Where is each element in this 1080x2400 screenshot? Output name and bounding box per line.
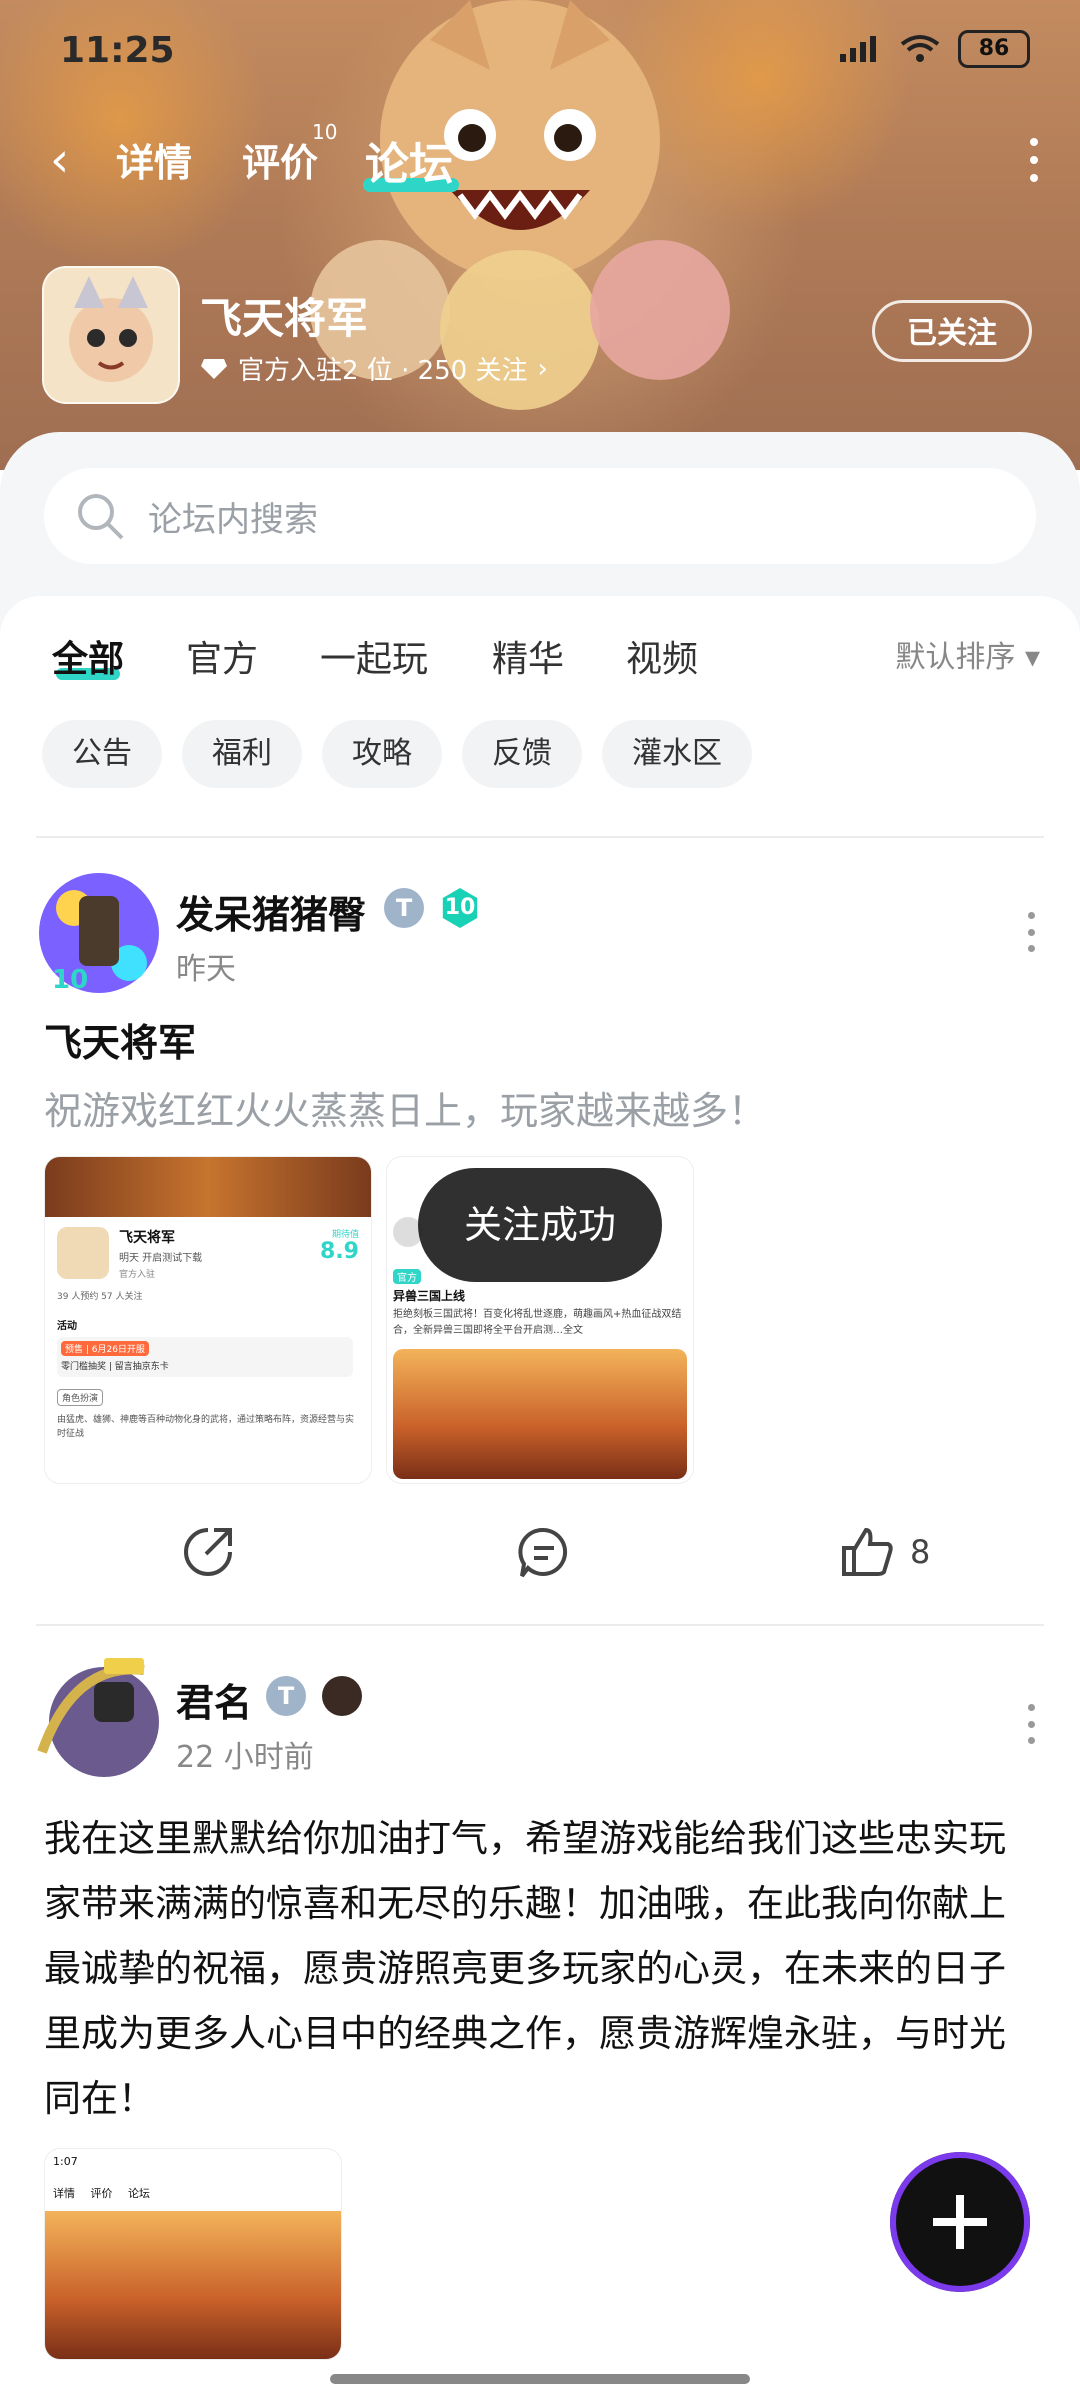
filter-tab-featured[interactable]: 精华 bbox=[492, 630, 564, 682]
thumb-banner bbox=[45, 1157, 371, 1217]
thumb2-image bbox=[393, 1349, 687, 1479]
status-bar: 11:25 86 bbox=[0, 0, 1080, 110]
thumb-activity-card: 预售 | 6月26日开服 零门槛抽奖 | 留言抽京东卡 bbox=[57, 1337, 353, 1377]
divider bbox=[36, 836, 1044, 838]
thumb-official: 官方入驻 bbox=[119, 1270, 156, 1280]
back-chevron-icon[interactable]: ‹ bbox=[50, 132, 69, 188]
verified-t-icon: T bbox=[384, 888, 424, 928]
like-count: 8 bbox=[910, 1533, 931, 1571]
svg-text:10: 10 bbox=[52, 965, 88, 995]
signal-icon bbox=[840, 36, 876, 62]
thumb-game-icon bbox=[57, 1227, 109, 1279]
author-name[interactable]: 君名 bbox=[176, 1672, 252, 1727]
game-avatar-art bbox=[44, 268, 178, 402]
thumb2-title: 异兽三国上线 bbox=[393, 1289, 466, 1303]
status-time: 11:25 bbox=[60, 30, 175, 71]
author-name[interactable]: 发呆猪猪臀 bbox=[176, 884, 366, 939]
search-icon bbox=[78, 494, 124, 540]
post-title[interactable]: 飞天将军 bbox=[44, 1012, 196, 1067]
diamond-icon bbox=[201, 358, 227, 379]
tab-reviews-badge: 10 bbox=[312, 120, 338, 144]
create-post-button[interactable] bbox=[890, 2152, 1030, 2292]
thumb-tabs: 详情 评价 论坛 bbox=[53, 2185, 150, 2201]
game-icon bbox=[42, 266, 180, 404]
top-nav: ‹ 详情 评价 10 论坛 bbox=[0, 120, 1080, 210]
post-more-icon[interactable] bbox=[1028, 912, 1036, 952]
tab-reviews[interactable]: 评价 bbox=[242, 132, 318, 187]
tab-forum[interactable]: 论坛 bbox=[365, 128, 453, 192]
share-button[interactable] bbox=[180, 1524, 236, 1580]
post-time: 22 小时前 bbox=[176, 1740, 314, 1775]
share-icon bbox=[184, 1528, 232, 1576]
thumb-line1: 明天 开启测试下载 bbox=[119, 1253, 203, 1264]
avatar-art bbox=[37, 1658, 159, 1777]
search-placeholder: 论坛内搜索 bbox=[148, 499, 318, 540]
thumb-image bbox=[45, 2211, 341, 2359]
thumb-tab-details: 详情 bbox=[53, 2187, 75, 2200]
post-image-1[interactable]: 飞天将军 明天 开启测试下载 官方入驻 期待值 8.9 39 人预约 57 人关… bbox=[44, 1156, 372, 1484]
thumb-tag: 角色扮演 bbox=[57, 1389, 104, 1406]
chip-guides[interactable]: 攻略 bbox=[322, 720, 442, 788]
beard-badge-icon bbox=[322, 1676, 362, 1716]
divider bbox=[36, 1624, 1044, 1626]
filter-tab-official[interactable]: 官方 bbox=[186, 630, 258, 682]
post-body[interactable]: 我在这里默默给你加油打气，希望游戏能给我们这些忠实玩家带来满满的惊喜和无尽的乐趣… bbox=[44, 1806, 1034, 2131]
game-meta-text: 官方入驻2 位 · 250 关注 bbox=[238, 356, 528, 386]
post-image[interactable]: 1:07 详情 评价 论坛 bbox=[44, 2148, 342, 2360]
followed-button[interactable]: 已关注 bbox=[872, 300, 1032, 362]
home-indicator[interactable] bbox=[330, 2374, 750, 2384]
comment-icon bbox=[518, 1527, 568, 1578]
like-button[interactable]: 8 bbox=[840, 1524, 930, 1580]
post-subtitle[interactable]: 祝游戏红红火火蒸蒸日上，玩家越来越多！ bbox=[44, 1080, 766, 1135]
caret-down-icon: ▾ bbox=[1024, 640, 1040, 675]
thumb-game-name: 飞天将军 bbox=[119, 1230, 175, 1246]
avatar-art: 10 bbox=[39, 873, 159, 995]
game-title: 飞天将军 bbox=[200, 294, 369, 343]
thumb-badge: 预售 | 6月26日开服 bbox=[61, 1341, 149, 1356]
plus-icon bbox=[933, 2195, 987, 2249]
chip-feedback[interactable]: 反馈 bbox=[462, 720, 582, 788]
game-meta[interactable]: 官方入驻2 位 · 250 关注 › bbox=[200, 350, 548, 387]
wifi-icon bbox=[900, 35, 940, 62]
chevron-right-icon: › bbox=[537, 353, 548, 384]
filter-tab-all[interactable]: 全部 bbox=[52, 630, 124, 682]
chip-chat[interactable]: 灌水区 bbox=[602, 720, 752, 788]
post-time: 昨天 bbox=[176, 952, 236, 987]
thumb-score: 8.9 bbox=[320, 1239, 359, 1264]
thumb-time: 1:07 bbox=[53, 2155, 78, 2168]
thumb-tab-reviews: 评价 bbox=[90, 2187, 113, 2200]
more-options-icon[interactable] bbox=[1030, 138, 1040, 182]
thumb-desc: 由猛虎、雄狮、神鹿等百种动物化身的武将，通过策略布阵，资源经营与实时征战 bbox=[57, 1415, 355, 1439]
verified-t-icon: T bbox=[266, 1676, 306, 1716]
thumb2-text: 拒绝刻板三国武将！百变化将乱世逐鹿，萌趣画风+热血征战双结合，全新异兽三国即将全… bbox=[393, 1309, 682, 1336]
thumb-activity: 活动 bbox=[57, 1321, 77, 1332]
thumb-tab-forum: 论坛 bbox=[128, 2187, 150, 2200]
comment-button[interactable] bbox=[516, 1524, 572, 1580]
avatar[interactable]: 10 bbox=[34, 868, 164, 998]
thumbs-up-icon bbox=[842, 1527, 893, 1576]
chip-announcement[interactable]: 公告 bbox=[42, 720, 162, 788]
thumb-stats: 39 人预约 57 人关注 bbox=[57, 1292, 143, 1302]
battery-icon: 86 bbox=[958, 30, 1030, 68]
status-icons: 86 bbox=[838, 30, 1030, 68]
follow-success-toast: 关注成功 bbox=[418, 1168, 662, 1282]
thumb2-official: 官方 bbox=[393, 1269, 421, 1284]
thumb-promo: 零门槛抽奖 | 留言抽京东卡 bbox=[61, 1362, 169, 1372]
avatar[interactable] bbox=[34, 1652, 164, 1782]
filter-tab-play-together[interactable]: 一起玩 bbox=[320, 630, 428, 682]
sort-label: 默认排序 bbox=[895, 640, 1016, 675]
chip-benefits[interactable]: 福利 bbox=[182, 720, 302, 788]
post-more-icon[interactable] bbox=[1028, 1704, 1036, 1744]
tab-details[interactable]: 详情 bbox=[116, 132, 192, 187]
search-input[interactable]: 论坛内搜索 bbox=[44, 468, 1036, 564]
filter-tab-video[interactable]: 视频 bbox=[626, 630, 698, 682]
sort-dropdown[interactable]: 默认排序 ▾ bbox=[895, 632, 1040, 676]
